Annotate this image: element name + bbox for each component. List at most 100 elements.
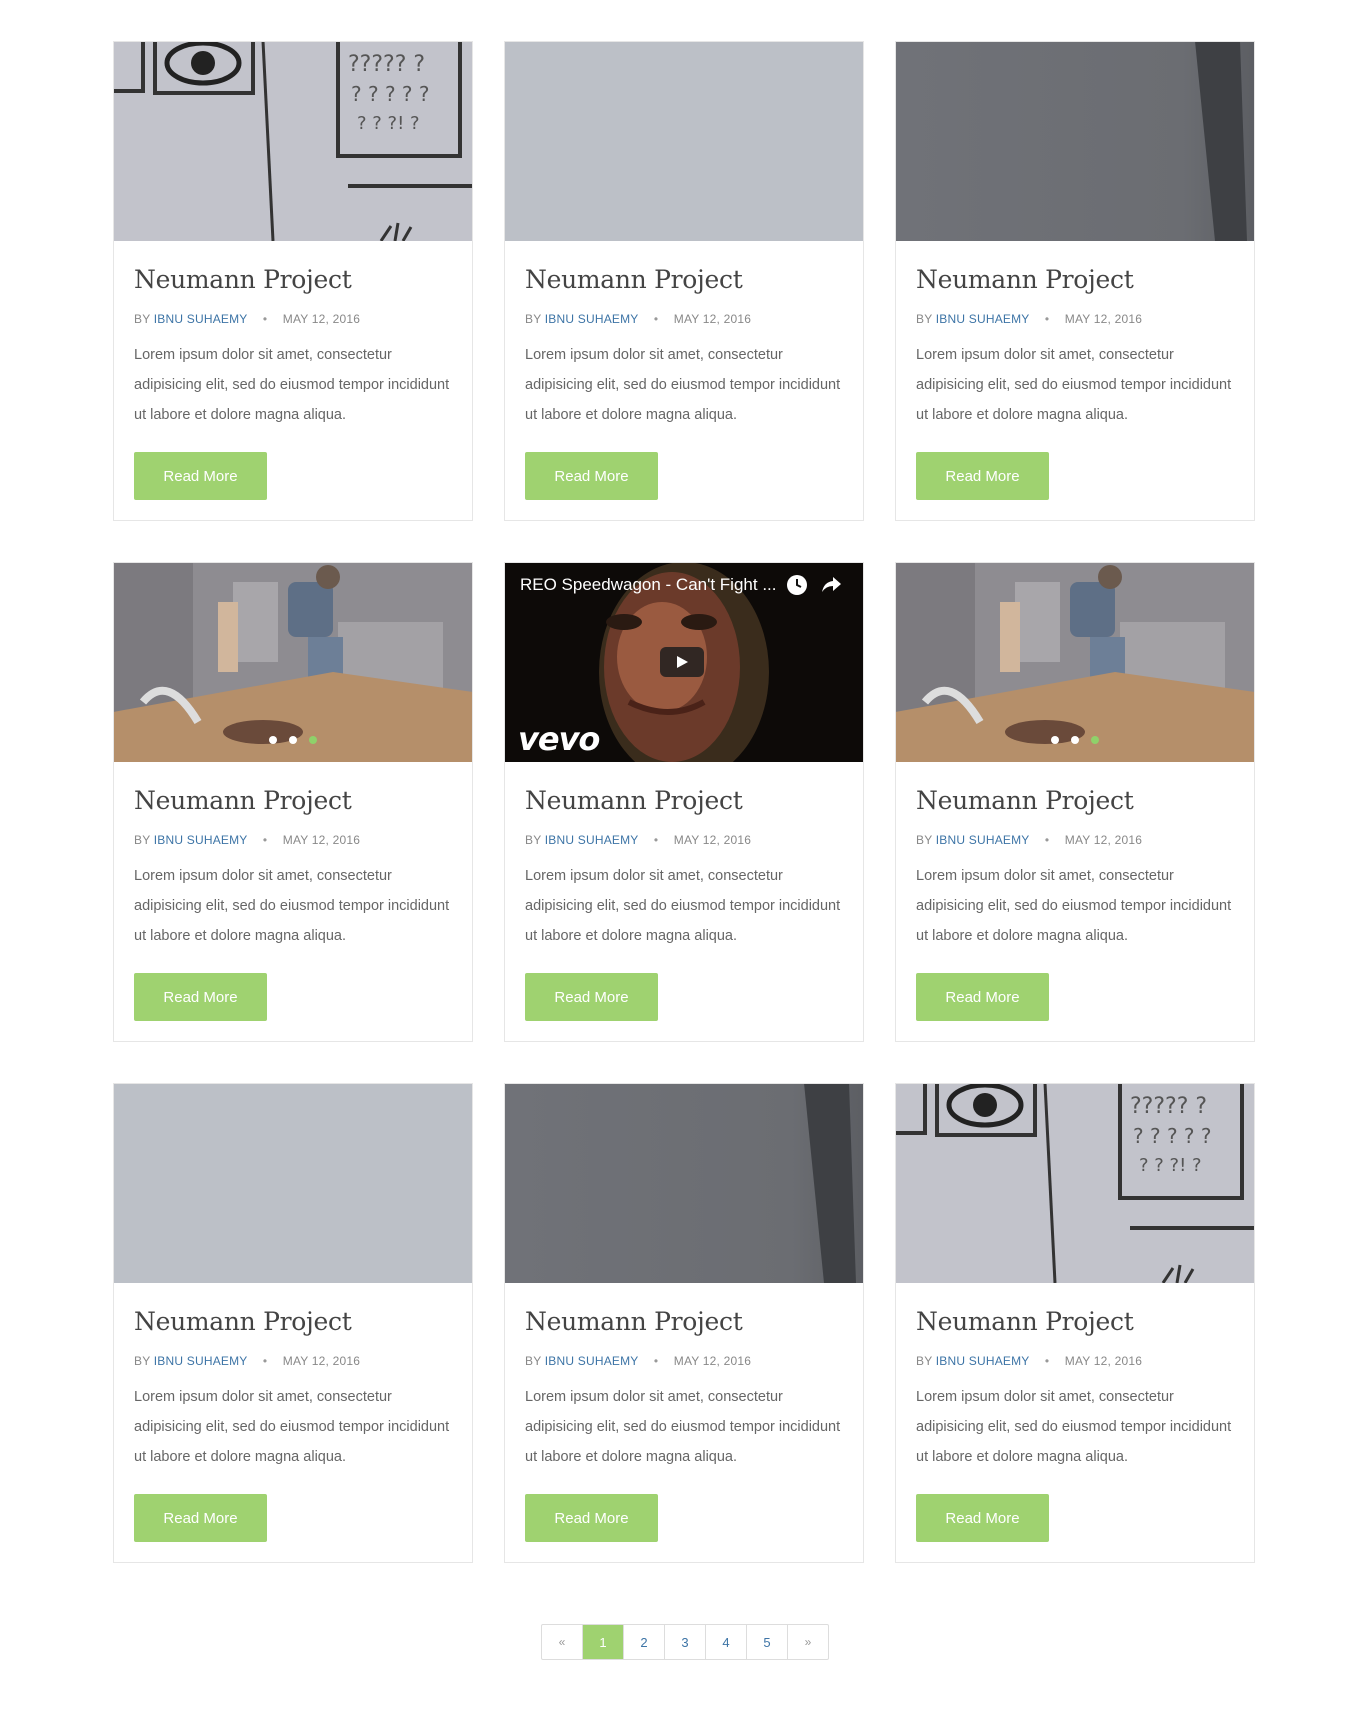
author-link[interactable]: IBNU SUHAEMY [545,312,639,326]
meta-separator: • [1044,1354,1050,1368]
meta-separator: • [653,833,659,847]
author-link[interactable]: IBNU SUHAEMY [154,312,248,326]
card-media[interactable] [114,563,472,762]
card-meta: BY IBNU SUHAEMY • MAY 12, 2016 [525,1353,843,1369]
read-more-button[interactable]: Read More [525,452,658,500]
byline-label: BY [134,1354,151,1368]
author-link[interactable]: IBNU SUHAEMY [936,1354,1030,1368]
author-link[interactable]: IBNU SUHAEMY [154,833,248,847]
read-more-button[interactable]: Read More [134,973,267,1021]
share-icon[interactable] [820,574,842,596]
vevo-logo: vevo [518,720,600,758]
author-link[interactable]: IBNU SUHAEMY [545,833,639,847]
slider-dot[interactable] [1051,736,1059,744]
read-more-button[interactable]: Read More [525,973,658,1021]
card-media[interactable]: ????? ? ? ? ? ? ? ? ? ?! ? [896,1084,1254,1283]
card-title[interactable]: Neumann Project [134,1305,452,1339]
card-excerpt: Lorem ipsum dolor sit amet, consectetur … [525,1389,841,1465]
meta-separator: • [1044,833,1050,847]
card-meta: BY IBNU SUHAEMY • MAY 12, 2016 [134,1353,452,1369]
slider-dot[interactable] [289,736,297,744]
pagination-page[interactable]: 1 [582,1625,623,1659]
card-excerpt: Lorem ipsum dolor sit amet, consectetur … [525,347,841,423]
read-more-button[interactable]: Read More [134,452,267,500]
card-excerpt: Lorem ipsum dolor sit amet, consectetur … [134,868,450,944]
byline-label: BY [525,1354,542,1368]
svg-text:? ? ?! ?: ? ? ?! ? [1139,1155,1202,1176]
slider-dot[interactable] [309,736,317,744]
svg-text:? ? ?! ?: ? ? ?! ? [357,113,420,134]
pagination-next[interactable]: » [787,1625,828,1659]
card-meta: BY IBNU SUHAEMY • MAY 12, 2016 [916,832,1234,848]
card-meta: BY IBNU SUHAEMY • MAY 12, 2016 [916,1353,1234,1369]
clock-icon[interactable] [786,574,808,596]
byline-label: BY [134,833,151,847]
read-more-button[interactable]: Read More [134,1494,267,1542]
pagination-page[interactable]: 5 [746,1625,787,1659]
project-card: Neumann Project BY IBNU SUHAEMY • MAY 12… [113,1083,473,1563]
card-excerpt: Lorem ipsum dolor sit amet, consectetur … [916,347,1232,423]
video-title[interactable]: REO Speedwagon - Can't Fight ... [520,574,777,596]
author-link[interactable]: IBNU SUHAEMY [936,833,1030,847]
card-title[interactable]: Neumann Project [525,784,843,818]
read-more-button[interactable]: Read More [916,452,1049,500]
card-title[interactable]: Neumann Project [134,784,452,818]
slider-dot[interactable] [1071,736,1079,744]
project-card: ????? ? ? ? ? ? ? ? ? ?! ? Neumann Project… [113,41,473,521]
card-media[interactable] [896,563,1254,762]
slider-dot[interactable] [1091,736,1099,744]
project-card: Neumann Project BY IBNU SUHAEMY • MAY 12… [895,41,1255,521]
video-embed[interactable]: REO Speedwagon - Can't Fight ... vevo [505,563,863,762]
card-title[interactable]: Neumann Project [525,263,843,297]
meta-separator: • [653,1354,659,1368]
card-excerpt: Lorem ipsum dolor sit amet, consectetur … [525,868,841,944]
post-date: MAY 12, 2016 [1064,833,1143,847]
byline-label: BY [525,833,542,847]
pagination-prev[interactable]: « [542,1625,582,1659]
pagination-page[interactable]: 3 [664,1625,705,1659]
byline-label: BY [916,312,933,326]
slider-dots [896,736,1254,744]
svg-text:? ? ? ? ?: ? ? ? ? ? [351,82,430,106]
project-card: REO Speedwagon - Can't Fight ... vevo Neu… [504,562,864,1042]
card-media[interactable] [505,1084,863,1283]
card-title[interactable]: Neumann Project [916,1305,1234,1339]
pagination-page[interactable]: 4 [705,1625,746,1659]
card-title[interactable]: Neumann Project [916,784,1234,818]
card-media[interactable] [505,42,863,241]
read-more-button[interactable]: Read More [525,1494,658,1542]
post-date: MAY 12, 2016 [1064,312,1143,326]
post-date: MAY 12, 2016 [282,1354,361,1368]
svg-text:????? ?: ????? ? [348,52,425,77]
meta-separator: • [653,312,659,326]
meta-separator: • [262,312,268,326]
project-grid: ????? ? ? ? ? ? ? ? ? ?! ? Neumann Project… [113,41,1255,1563]
byline-label: BY [525,312,542,326]
card-title[interactable]: Neumann Project [134,263,452,297]
slider-dot[interactable] [269,736,277,744]
meta-separator: • [262,833,268,847]
post-date: MAY 12, 2016 [282,312,361,326]
author-link[interactable]: IBNU SUHAEMY [545,1354,639,1368]
byline-label: BY [134,312,151,326]
card-title[interactable]: Neumann Project [525,1305,843,1339]
project-card: Neumann Project BY IBNU SUHAEMY • MAY 12… [113,562,473,1042]
meta-separator: • [262,1354,268,1368]
play-icon[interactable] [660,647,704,677]
card-media[interactable]: ????? ? ? ? ? ? ? ? ? ?! ? [114,42,472,241]
post-date: MAY 12, 2016 [282,833,361,847]
byline-label: BY [916,833,933,847]
pagination: « 1 2 3 4 5 » [541,1624,829,1660]
card-media[interactable] [896,42,1254,241]
author-link[interactable]: IBNU SUHAEMY [154,1354,248,1368]
post-date: MAY 12, 2016 [673,312,752,326]
pagination-page[interactable]: 2 [623,1625,664,1659]
card-title[interactable]: Neumann Project [916,263,1234,297]
card-excerpt: Lorem ipsum dolor sit amet, consectetur … [916,1389,1232,1465]
author-link[interactable]: IBNU SUHAEMY [936,312,1030,326]
card-meta: BY IBNU SUHAEMY • MAY 12, 2016 [525,832,843,848]
card-media[interactable] [114,1084,472,1283]
project-card: ????? ? ? ? ? ? ? ? ? ?! ? Neumann Project… [895,1083,1255,1563]
read-more-button[interactable]: Read More [916,973,1049,1021]
read-more-button[interactable]: Read More [916,1494,1049,1542]
